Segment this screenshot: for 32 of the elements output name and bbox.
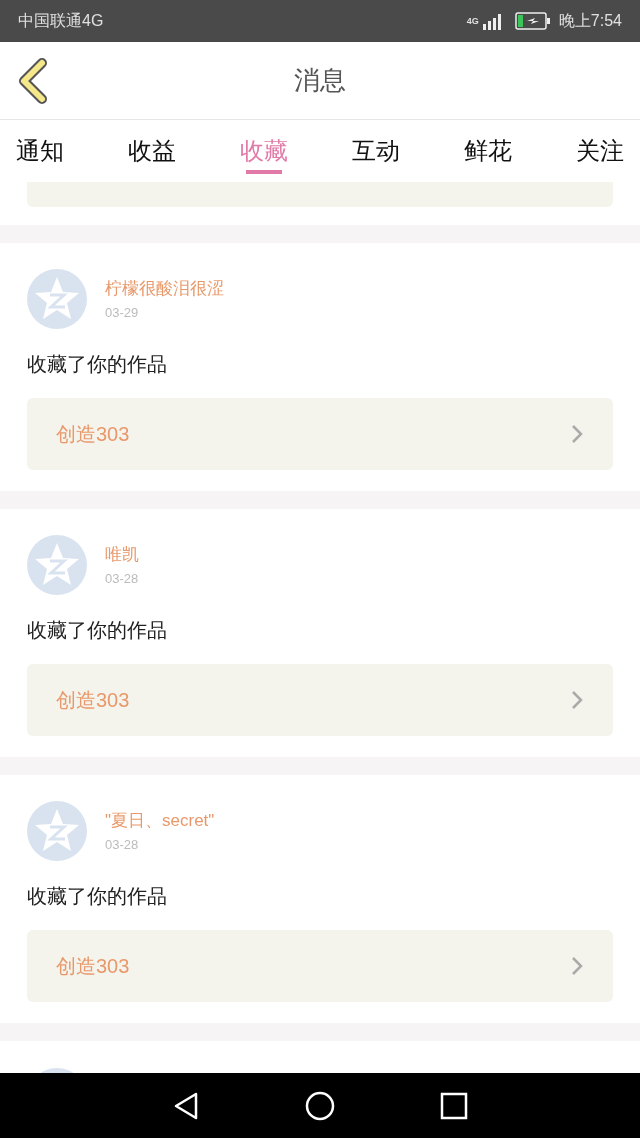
avatar-icon — [27, 801, 87, 861]
back-button[interactable] — [16, 58, 50, 104]
date-text: 03-29 — [105, 304, 140, 322]
tab[interactable]: 互动 — [350, 120, 402, 182]
user-name[interactable]: 柠檬很酸泪很涩 — [105, 277, 224, 301]
carrier-name: 中国联通4G — [18, 11, 104, 31]
chevron-right-icon — [570, 955, 584, 977]
tab[interactable]: 鲜花 — [462, 120, 514, 182]
work-link[interactable]: 创造303 — [27, 398, 613, 470]
tab[interactable]: 收益 — [126, 120, 178, 182]
home-nav-button[interactable] — [305, 1090, 335, 1121]
work-link[interactable]: 创造303 — [27, 664, 613, 736]
clock: 晚上7:54 — [558, 11, 622, 31]
avatar-icon — [27, 269, 87, 329]
message-text: 收藏了你的作品 — [27, 884, 168, 909]
work-link[interactable]: 创造303 — [27, 930, 613, 1002]
page-title: 消息 — [294, 64, 346, 97]
battery-icon — [514, 12, 551, 30]
tab[interactable]: 通知 — [14, 120, 66, 182]
recents-nav-button[interactable] — [439, 1091, 468, 1120]
user-name[interactable]: "夏日、secret" — [105, 809, 215, 833]
network-type: 4G — [466, 16, 479, 26]
avatar-icon — [27, 535, 87, 595]
date-text: 03-28 — [105, 570, 139, 588]
message-text: 收藏了你的作品 — [27, 618, 168, 643]
chevron-right-icon — [570, 689, 584, 711]
tab[interactable]: 关注 — [574, 120, 626, 182]
user-name[interactable]: 唯凯 — [105, 543, 139, 567]
tab[interactable]: 收藏 — [238, 120, 290, 182]
date-text: 03-28 — [105, 836, 140, 854]
message-text: 收藏了你的作品 — [27, 352, 168, 377]
chevron-right-icon — [570, 423, 584, 445]
